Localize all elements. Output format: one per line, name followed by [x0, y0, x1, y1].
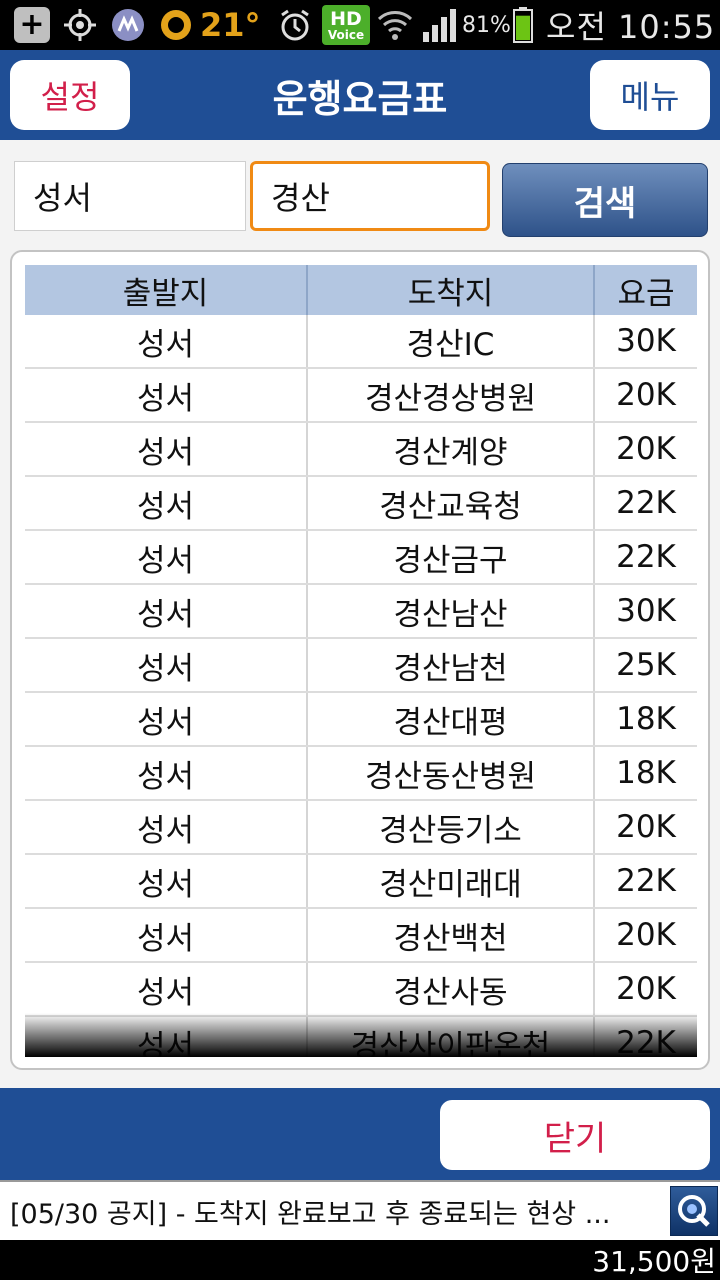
notice-text: [05/30 공지] - 도착지 완료보고 후 종료되는 현상 ...: [10, 1198, 611, 1230]
cell-origin: 성서: [25, 531, 308, 583]
cell-fare: 20K: [616, 431, 676, 467]
cell-fare: 22K: [616, 1025, 676, 1057]
table-row[interactable]: 성서 경산교육청 22K: [25, 477, 697, 531]
fare-bar: 31,500원: [0, 1240, 720, 1280]
temperature-text: 21°: [200, 6, 261, 44]
add-icon: +: [14, 7, 50, 43]
destination-input[interactable]: [250, 161, 490, 231]
alarm-icon: [276, 7, 314, 43]
cell-destination: 경산사이판온천: [308, 1017, 595, 1057]
cell-origin: 성서: [25, 369, 308, 421]
cell-destination: 경산대평: [308, 693, 595, 745]
cell-destination: 경산IC: [308, 315, 595, 367]
cell-destination: 경산미래대: [308, 855, 595, 907]
cell-destination: 경산경상병원: [308, 369, 595, 421]
column-header-origin: 출발지: [25, 265, 308, 315]
table-row[interactable]: 성서 경산백천 20K: [25, 909, 697, 963]
cell-fare: 25K: [616, 647, 676, 683]
hd-voice-icon: HD Voice: [322, 5, 370, 45]
cell-fare: 30K: [616, 593, 676, 629]
table-row[interactable]: 성서 경산남천 25K: [25, 639, 697, 693]
cell-origin: 성서: [25, 315, 308, 367]
table-row[interactable]: 성서 경산남산 30K: [25, 585, 697, 639]
cell-destination: 경산남천: [308, 639, 595, 691]
column-header-fare: 요금: [617, 275, 675, 312]
table-row[interactable]: 성서 경산경상병원 20K: [25, 369, 697, 423]
cell-origin: 성서: [25, 963, 308, 1015]
cell-origin: 성서: [25, 801, 308, 853]
close-button[interactable]: 닫기: [440, 1100, 710, 1170]
cell-destination: 경산교육청: [308, 477, 595, 529]
cell-origin: 성서: [25, 585, 308, 637]
title-bar: 설정 운행요금표 메뉴: [0, 50, 720, 140]
status-bar: + 21° HD Voice 81% 오전 10:55: [0, 0, 720, 50]
battery-icon: [512, 7, 534, 43]
notice-bar[interactable]: [05/30 공지] - 도착지 완료보고 후 종료되는 현상 ...: [0, 1180, 720, 1240]
cell-destination: 경산백천: [308, 909, 595, 961]
battery-percent: 81%: [462, 12, 511, 38]
table-row[interactable]: 성서 경산사이판온천 22K: [25, 1017, 697, 1057]
cell-fare: 18K: [616, 755, 676, 791]
cell-fare: 20K: [616, 917, 676, 953]
cell-fare: 22K: [616, 485, 676, 521]
cell-origin: 성서: [25, 909, 308, 961]
cell-origin: 성서: [25, 855, 308, 907]
cell-fare: 20K: [616, 809, 676, 845]
table-row[interactable]: 성서 경산사동 20K: [25, 963, 697, 1017]
signal-icon: [420, 7, 460, 43]
table-row[interactable]: 성서 경산금구 22K: [25, 531, 697, 585]
fare-table-panel: 출발지 도착지 요금 성서 경산IC 30K 성서 경산경상병원 20K 성서 경산계양 20K…: [10, 250, 710, 1070]
cell-destination: 경산남산: [308, 585, 595, 637]
table-row[interactable]: 성서 경산등기소 20K: [25, 801, 697, 855]
table-row[interactable]: 성서 경산대평 18K: [25, 693, 697, 747]
cell-fare: 18K: [616, 701, 676, 737]
cell-destination: 경산사동: [308, 963, 595, 1015]
cell-origin: 성서: [25, 747, 308, 799]
menu-button[interactable]: 메뉴: [590, 60, 710, 130]
origin-input[interactable]: [14, 161, 246, 231]
weather-icon: [158, 7, 194, 43]
cell-fare: 20K: [616, 377, 676, 413]
cell-fare: 30K: [616, 323, 676, 359]
cell-destination: 경산등기소: [308, 801, 595, 853]
column-header-destination: 도착지: [308, 265, 595, 315]
cell-fare: 22K: [616, 539, 676, 575]
cell-destination: 경산동산병원: [308, 747, 595, 799]
cell-origin: 성서: [25, 639, 308, 691]
cell-destination: 경산금구: [308, 531, 595, 583]
table-row[interactable]: 성서 경산IC 30K: [25, 315, 697, 369]
settings-button[interactable]: 설정: [10, 60, 130, 130]
wifi-icon: [376, 7, 414, 43]
page-title: 운행요금표: [272, 76, 448, 121]
table-row[interactable]: 성서 경산계양 20K: [25, 423, 697, 477]
cell-origin: 성서: [25, 423, 308, 475]
gps-icon: [60, 7, 100, 43]
search-button[interactable]: 검색: [502, 163, 708, 237]
cell-origin: 성서: [25, 1017, 308, 1057]
clock-time: 오전 10:55: [546, 8, 716, 46]
table-row[interactable]: 성서 경산동산병원 18K: [25, 747, 697, 801]
table-header: 출발지 도착지 요금: [25, 265, 697, 315]
cell-origin: 성서: [25, 477, 308, 529]
bottom-bar: 닫기: [0, 1088, 720, 1180]
cell-fare: 22K: [616, 863, 676, 899]
current-fare: 31,500원: [592, 1245, 716, 1278]
cell-origin: 성서: [25, 693, 308, 745]
cv-app-icon: [108, 7, 148, 43]
cell-fare: 20K: [616, 971, 676, 1007]
notice-app-icon[interactable]: [670, 1186, 718, 1236]
cell-destination: 경산계양: [308, 423, 595, 475]
fare-table[interactable]: 출발지 도착지 요금 성서 경산IC 30K 성서 경산경상병원 20K 성서 경산계양 20K…: [25, 265, 697, 1057]
table-row[interactable]: 성서 경산미래대 22K: [25, 855, 697, 909]
